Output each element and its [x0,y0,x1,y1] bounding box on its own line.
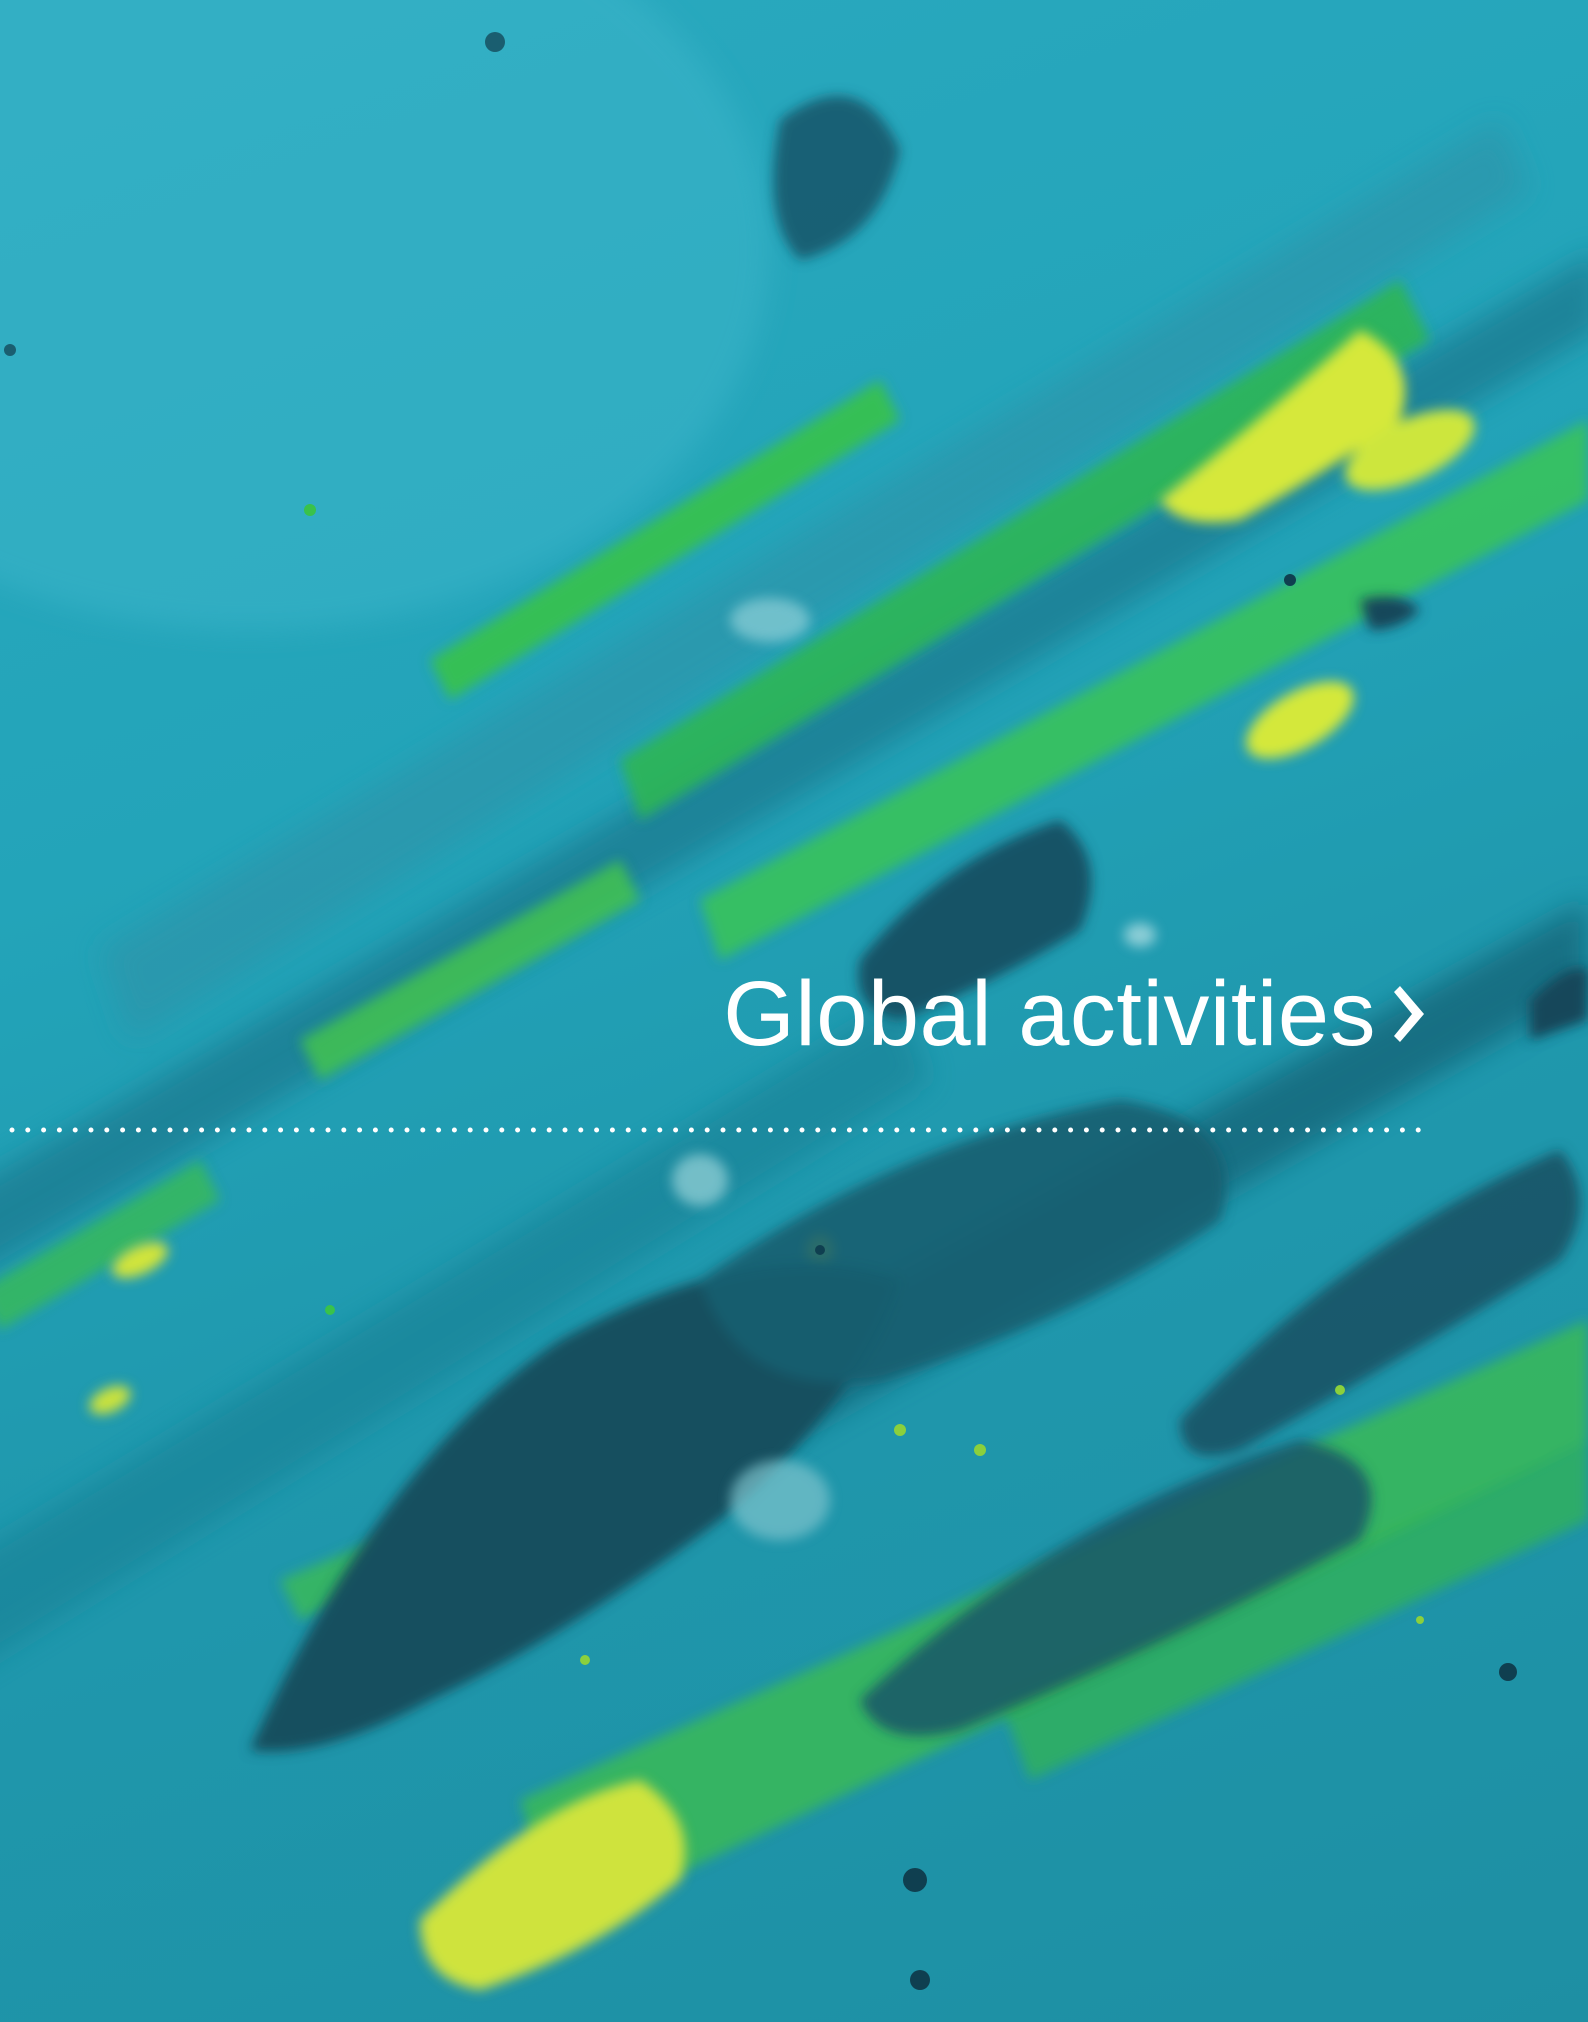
section-heading[interactable]: Global activities [723,968,1434,1060]
dotted-divider [9,1127,1425,1133]
section-title: Global activities [723,963,1376,1065]
page: Global activities [0,0,1588,2022]
chevron-right-icon [1394,986,1424,1042]
